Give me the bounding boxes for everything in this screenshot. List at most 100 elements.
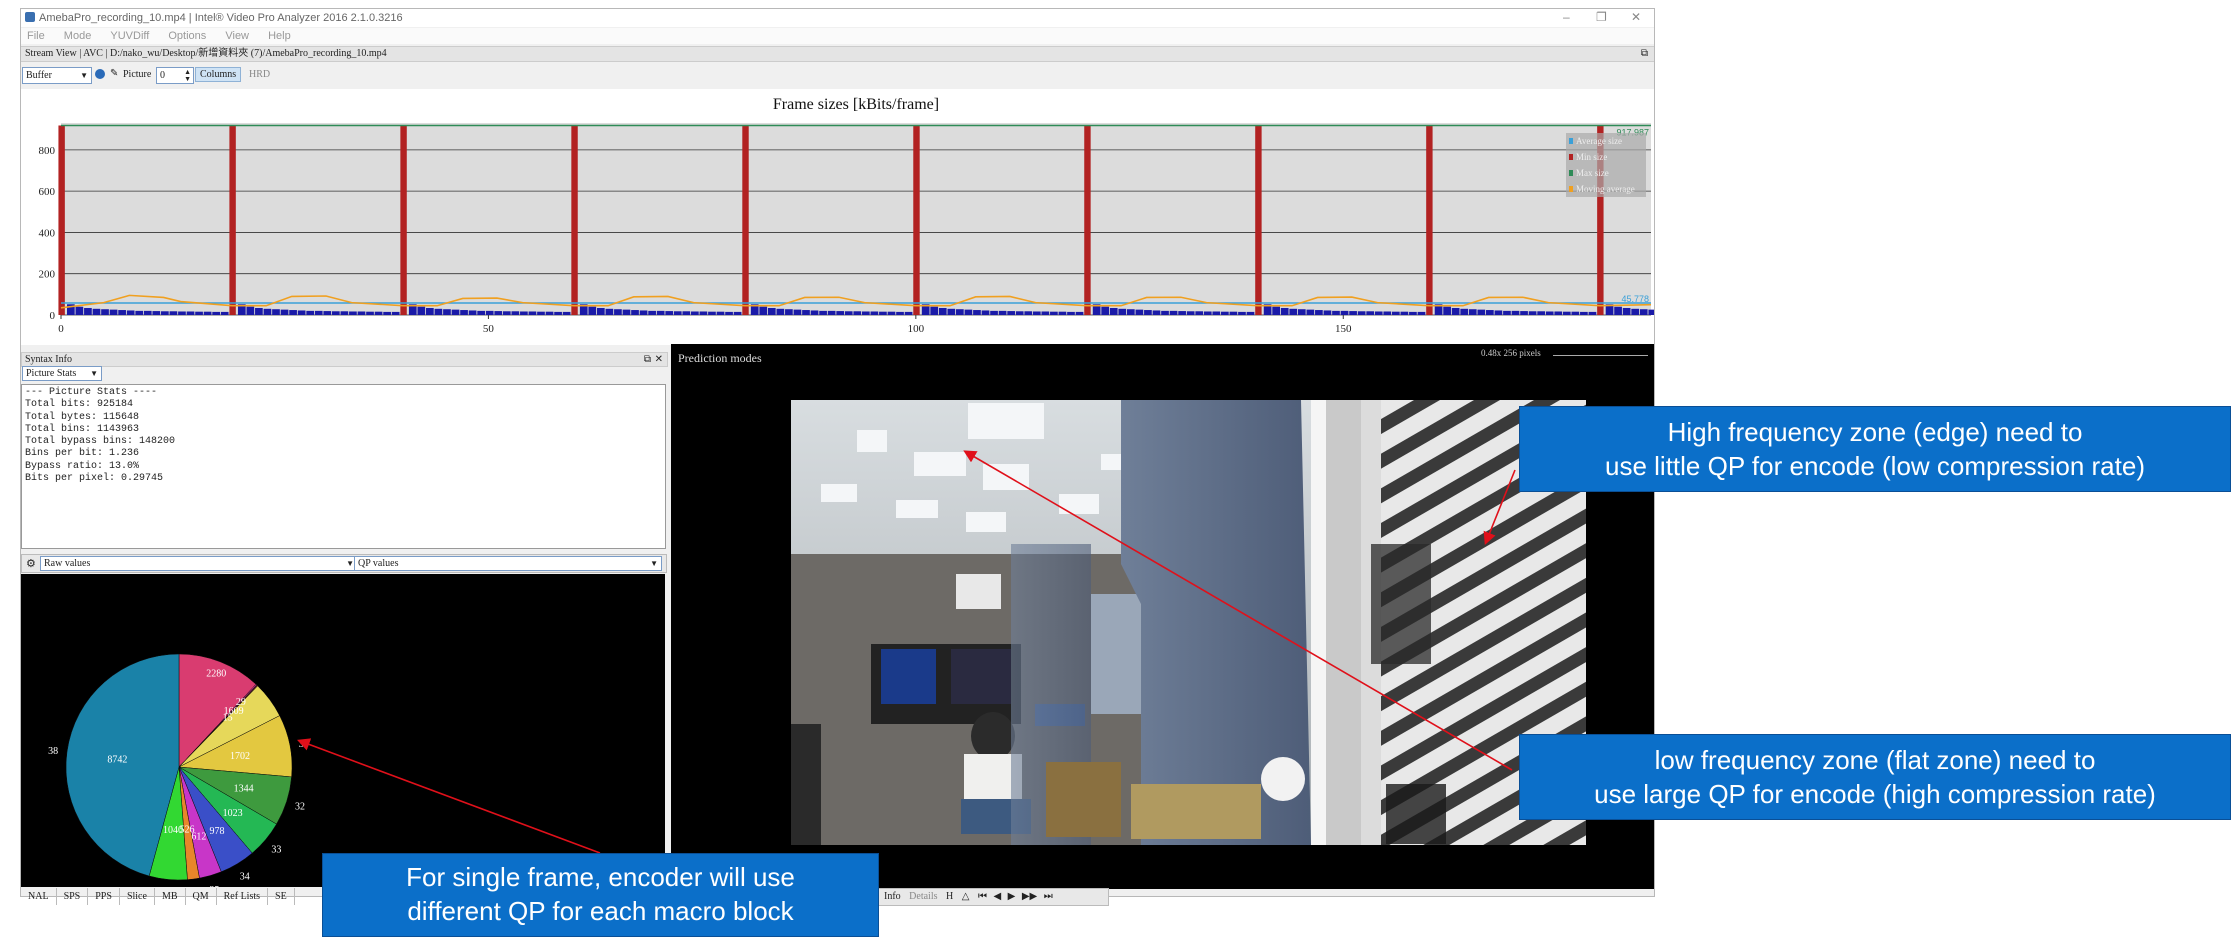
frame-bar: [1631, 308, 1640, 315]
minimize-icon[interactable]: –: [1563, 10, 1570, 24]
frame-bar: [1494, 310, 1503, 315]
stats-line: Bypass ratio: 13.0%: [25, 460, 140, 472]
frame-bar: [366, 311, 374, 315]
first-frame-icon[interactable]: ⏮: [978, 891, 987, 902]
tab-se[interactable]: SE: [268, 888, 295, 905]
frame-bar: [1443, 306, 1451, 315]
frame-bar: [1024, 311, 1033, 315]
frame-bar: [1186, 311, 1195, 315]
frame-bar: [1067, 311, 1075, 315]
last-frame-icon[interactable]: ⏭: [1044, 891, 1053, 902]
tab-mb[interactable]: MB: [155, 888, 186, 905]
chevron-down-icon: ▼: [346, 559, 354, 568]
video-frame: [791, 400, 1586, 845]
tab-nal[interactable]: NAL: [21, 888, 57, 905]
close-icon[interactable]: ✕: [655, 353, 663, 366]
frame-bar: [58, 125, 65, 315]
frame-bar: [1511, 310, 1520, 315]
stats-line: Total bits: 925184: [25, 399, 134, 411]
menu-options[interactable]: Options: [168, 30, 206, 42]
tab-qm[interactable]: QM: [186, 888, 217, 905]
play-icon[interactable]: ▶: [1008, 891, 1016, 902]
undock-icon[interactable]: ⧉: [1641, 47, 1648, 61]
frame-bar: [691, 311, 699, 315]
frame-bar: [571, 125, 578, 315]
chart-title: Frame sizes [kBits/frame]: [773, 96, 939, 113]
frame-bar: [665, 311, 674, 315]
frame-bar: [289, 310, 297, 315]
tab-pps[interactable]: PPS: [88, 888, 120, 905]
frame-bar: [280, 309, 289, 315]
picture-spinbox[interactable]: 0 ▲ ▼: [156, 67, 194, 84]
tab-info[interactable]: Info: [884, 891, 901, 902]
frame-bar: [1588, 311, 1597, 315]
restore-icon[interactable]: ❐: [1596, 10, 1607, 24]
undock-icon[interactable]: ⧉: [644, 353, 651, 366]
pie-qp-label: 32: [295, 802, 305, 813]
hrd-label[interactable]: HRD: [249, 69, 270, 80]
y-tick-label: 200: [39, 269, 56, 281]
chevron-down-icon: ▼: [650, 559, 658, 568]
frame-bar: [1101, 306, 1110, 315]
tab-slice[interactable]: Slice: [120, 888, 155, 905]
y-tick-label: 600: [39, 186, 56, 198]
tab-ref-lists[interactable]: Ref Lists: [217, 888, 269, 905]
stats-line: --- Picture Stats ----: [25, 387, 158, 398]
frame-bar: [426, 307, 434, 315]
frame-bar: [998, 310, 1007, 315]
frame-bar: [391, 311, 400, 315]
frame-bar: [1015, 311, 1024, 315]
frame-bar: [785, 309, 793, 315]
refresh-icon[interactable]: [95, 69, 105, 79]
frame-bar: [135, 310, 144, 315]
warning-icon[interactable]: △: [962, 891, 970, 902]
menu-view[interactable]: View: [225, 30, 249, 42]
frame-bar: [1195, 311, 1204, 315]
single-frame-callout: For single frame, encoder will use diffe…: [322, 853, 879, 937]
frame-bar: [588, 306, 597, 315]
buffer-select[interactable]: Buffer ▼: [22, 67, 92, 84]
frame-bar: [1323, 310, 1332, 315]
frame-bar: [434, 308, 443, 315]
settings-icon[interactable]: ⚙: [26, 557, 36, 570]
pie-qp-label: 38: [48, 746, 58, 757]
average-value-label: 45.778: [1621, 294, 1649, 304]
frame-bar: [879, 311, 887, 315]
frame-bar: [143, 310, 152, 315]
raw-values-select[interactable]: Raw values ▼: [40, 556, 358, 571]
frame-bar: [614, 309, 622, 315]
frame-bar: [255, 307, 263, 315]
prev-frame-icon[interactable]: ◀: [993, 891, 1001, 902]
frame-bar: [246, 306, 255, 315]
high-frequency-line-2: use little QP for encode (low compressio…: [1605, 451, 2145, 481]
tab-details[interactable]: Details: [909, 891, 937, 902]
frame-bar: [1272, 306, 1280, 315]
frame-bar: [109, 309, 118, 315]
frame-bar: [1622, 307, 1631, 315]
menu-bar: File Mode YUVDiff Options View Help: [21, 28, 1654, 44]
qp-values-select[interactable]: QP values ▼: [354, 556, 662, 571]
menu-mode[interactable]: Mode: [64, 30, 92, 42]
frame-bar: [1554, 311, 1563, 315]
menu-help[interactable]: Help: [268, 30, 291, 42]
columns-button[interactable]: Columns: [195, 67, 242, 82]
picture-stats-select[interactable]: Picture Stats ▼: [22, 366, 102, 381]
tab-h[interactable]: H: [946, 891, 953, 902]
menu-yuvdiff[interactable]: YUVDiff: [110, 30, 149, 42]
frame-bar: [1477, 309, 1486, 315]
tab-sps[interactable]: SPS: [57, 888, 89, 905]
frame-bar: [938, 307, 947, 315]
frame-bar: [1400, 311, 1409, 315]
frame-bar: [1639, 309, 1648, 315]
frame-bar: [742, 125, 749, 315]
close-icon[interactable]: ✕: [1631, 10, 1641, 24]
frame-bar: [1289, 308, 1298, 315]
frame-bar: [1562, 311, 1571, 315]
frame-bar: [973, 310, 981, 315]
picture-label: Picture: [123, 69, 152, 80]
frame-bar: [802, 310, 810, 315]
x-tick-label: 100: [908, 323, 925, 335]
legend-label: Max size: [1576, 168, 1609, 178]
next-frame-icon[interactable]: ▶▶: [1022, 891, 1037, 902]
menu-file[interactable]: File: [27, 30, 45, 42]
